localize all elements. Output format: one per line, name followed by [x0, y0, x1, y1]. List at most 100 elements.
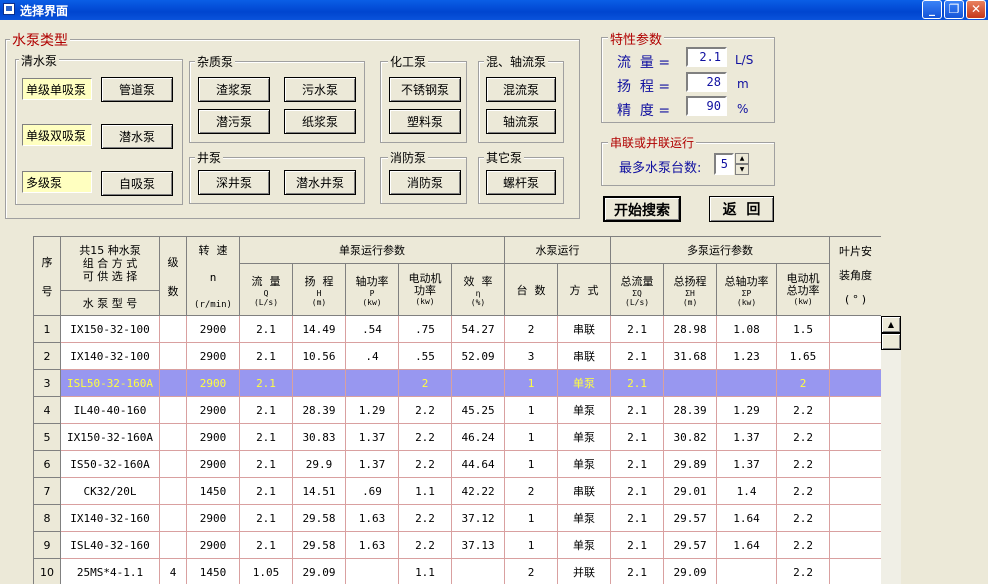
efficiency-cell: 46.24: [451, 423, 506, 451]
total-motor-power-cell: 2.2: [776, 450, 831, 478]
total-flow-cell: 2.1: [610, 369, 665, 397]
well-pump-title: 井泵: [195, 149, 224, 166]
speed-cell: 2900: [186, 369, 240, 397]
head-cell: 10.56: [292, 342, 346, 370]
blade-angle-cell: [829, 342, 881, 370]
table-row[interactable]: 3 ISL50-32-160A 2900 2.1 2 1 单泵 2.1 2: [33, 369, 881, 397]
row-number: 4: [33, 396, 61, 424]
single-stage-single-suction-option[interactable]: 单级单吸泵: [22, 78, 92, 100]
efficiency-cell: 44.64: [451, 450, 506, 478]
restore-button[interactable]: ❐: [944, 0, 964, 19]
table-row[interactable]: 5 IX150-32-160A 2900 2.1 30.83 1.37 2.2 46.24 1 单…: [33, 423, 881, 451]
header-blade-angle: 叶片安 装角度 ( ° ): [829, 236, 881, 316]
speed-cell: 2900: [186, 450, 240, 478]
submersible-sewage-pump-button[interactable]: 潜污泵: [198, 109, 270, 134]
table-row[interactable]: 7 CK32/20L 1450 2.1 14.51.69 1.1 42.22 2 串联 2.1 29…: [33, 477, 881, 505]
total-shaft-power-cell: [716, 369, 778, 397]
head-cell: 29.58: [292, 531, 346, 559]
submersible-pump-button[interactable]: 潜水泵: [101, 124, 173, 149]
row-number: 5: [33, 423, 61, 451]
header-flow: 流 量 Q (L/s): [239, 263, 293, 316]
pipeline-pump-button[interactable]: 管道泵: [101, 77, 173, 102]
scroll-thumb[interactable]: [881, 333, 901, 350]
mode-cell: 并联: [557, 558, 612, 584]
back-button[interactable]: 返 回: [709, 196, 774, 222]
grid-scrollbar[interactable]: ▲: [881, 316, 901, 584]
header-total-head: 总扬程 ΣH (m): [663, 263, 718, 316]
stage-cell: [159, 396, 187, 424]
table-row[interactable]: 2 IX140-32-100 2900 2.1 10.56.4.55 52.09 3 串联 2.…: [33, 342, 881, 370]
sewage-pump-button[interactable]: 污水泵: [284, 77, 356, 102]
total-shaft-power-cell: 1.37: [716, 450, 778, 478]
model-cell: IL40-40-160: [60, 396, 160, 424]
screw-pump-button[interactable]: 螺杆泵: [486, 170, 556, 195]
impurity-pump-title: 杂质泵: [195, 53, 236, 70]
mode-cell: 串联: [557, 315, 612, 343]
model-cell: 25MS*4-1.1: [60, 558, 160, 584]
efficiency-cell: [451, 369, 506, 397]
spin-down-icon[interactable]: ▼: [735, 164, 749, 175]
row-number: 6: [33, 450, 61, 478]
motor-power-cell: 1.1: [398, 558, 452, 584]
multistage-option[interactable]: 多级泵: [22, 171, 92, 193]
row-number: 8: [33, 504, 61, 532]
submersible-well-pump-button[interactable]: 潜水井泵: [284, 170, 356, 195]
mode-cell: 串联: [557, 342, 612, 370]
total-shaft-power-cell: 1.29: [716, 396, 778, 424]
table-row[interactable]: 9 ISL40-32-160 2900 2.1 29.58 1.63 2.2 37.13 1 单泵…: [33, 531, 881, 559]
mixed-flow-pump-button[interactable]: 混流泵: [486, 77, 556, 102]
close-button[interactable]: ✕: [966, 0, 986, 19]
stage-cell: [159, 531, 187, 559]
axial-flow-pump-button[interactable]: 轴流泵: [486, 109, 556, 134]
shaft-power-cell: 1.63: [345, 504, 399, 532]
deep-well-pump-button[interactable]: 深井泵: [198, 170, 270, 195]
row-number: 10: [33, 558, 61, 584]
header-speed-sym: n: [209, 271, 217, 284]
accuracy-input[interactable]: 90: [686, 96, 727, 116]
blade-angle-cell: [829, 504, 881, 532]
model-cell: IX140-32-100: [60, 342, 160, 370]
total-shaft-power-cell: 1.23: [716, 342, 778, 370]
table-row[interactable]: 1 IX150-32-100 2900 2.1 14.49.54.75 54.27 2 串联 2…: [33, 315, 881, 343]
total-flow-cell: 2.1: [610, 450, 665, 478]
total-head-cell: 29.57: [663, 504, 718, 532]
minimize-button[interactable]: _: [922, 0, 942, 19]
model-cell: IX150-32-160A: [60, 423, 160, 451]
header-multi-pump: 多泵运行参数: [610, 236, 831, 264]
pulp-pump-button[interactable]: 纸浆泵: [284, 109, 356, 134]
max-pumps-input[interactable]: 5: [714, 153, 734, 175]
blade-angle-cell: [829, 396, 881, 424]
blade-angle-cell: [829, 423, 881, 451]
plastic-pump-button[interactable]: 塑料泵: [389, 109, 461, 134]
blade-angle-cell: [829, 450, 881, 478]
head-input[interactable]: 28: [686, 72, 727, 92]
spin-up-icon[interactable]: ▲: [735, 153, 749, 164]
header-speed-label: 转 速: [198, 244, 228, 257]
start-search-button[interactable]: 开始搜索: [603, 196, 681, 222]
total-shaft-power-cell: 1.4: [716, 477, 778, 505]
table-row[interactable]: 6 IS50-32-160A 2900 2.1 29.9 1.37 2.2 44.64 1 单泵 2…: [33, 450, 881, 478]
mode-cell: 单泵: [557, 450, 612, 478]
table-row[interactable]: 4 IL40-40-160 2900 2.1 28.39 1.29 2.2 45.25 1 单泵 2…: [33, 396, 881, 424]
single-stage-double-suction-option[interactable]: 单级双吸泵: [22, 124, 92, 146]
mode-cell: 单泵: [557, 504, 612, 532]
self-priming-pump-button[interactable]: 自吸泵: [101, 171, 173, 196]
shaft-power-cell: 1.63: [345, 531, 399, 559]
table-row[interactable]: 8 IX140-32-160 2900 2.1 29.58 1.63 2.2 37.12 1 单泵…: [33, 504, 881, 532]
slurry-pump-button[interactable]: 渣浆泵: [198, 77, 270, 102]
mixed-axial-pump-title: 混、轴流泵: [484, 53, 549, 70]
scroll-up-icon[interactable]: ▲: [881, 316, 901, 333]
count-cell: 2: [504, 477, 559, 505]
fire-pump-button[interactable]: 消防泵: [389, 170, 461, 195]
motor-power-cell: 2.2: [398, 423, 452, 451]
stainless-pump-button[interactable]: 不锈钢泵: [389, 77, 461, 102]
results-grid: 序 号 共15 种水泵 组 合 方 式 可 供 选 择 级 数 转 速 n (r…: [33, 236, 881, 584]
max-pumps-spinner[interactable]: ▲ ▼: [735, 153, 749, 175]
shaft-power-cell: 1.37: [345, 450, 399, 478]
table-row[interactable]: 10 25MS*4-1.1 4 1450 1.05 29.09 1.1 2 并联 2.1 29.09…: [33, 558, 881, 584]
params-title: 特性参数: [608, 29, 665, 48]
flow-input[interactable]: 2.1: [686, 47, 727, 67]
speed-cell: 2900: [186, 315, 240, 343]
flow-cell: 2.1: [239, 315, 293, 343]
shaft-power-cell: [345, 369, 399, 397]
